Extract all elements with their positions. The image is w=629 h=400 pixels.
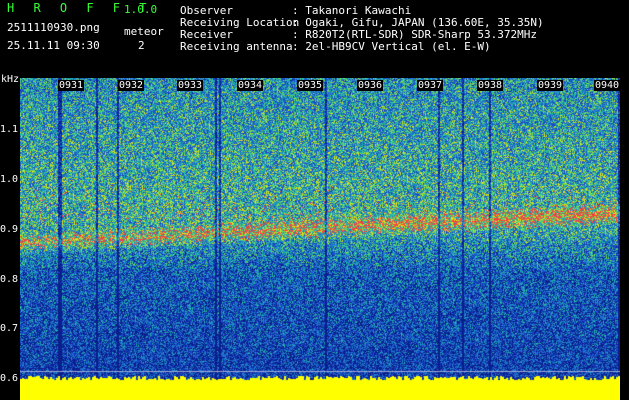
app-version: 1.0.0 — [124, 3, 158, 16]
y-tick-1-1: 1.1 — [0, 124, 19, 135]
x-tick-0940: 0940 — [594, 80, 621, 91]
count-value: 2 — [138, 39, 145, 52]
x-tick-0933: 0933 — [177, 80, 204, 91]
x-tick-0939: 0939 — [537, 80, 564, 91]
y-tick-1-0: 1.0 — [0, 174, 19, 185]
info-antenna-value: : 2el-HB9CV Vertical (el. E-W) — [292, 40, 491, 53]
spectrogram-plot — [20, 78, 620, 400]
file-name: 2511110930.png — [7, 21, 100, 34]
x-tick-0932: 0932 — [118, 80, 145, 91]
info-antenna-label: Receiving antenna — [180, 40, 293, 53]
y-tick-0-7: 0.7 — [0, 323, 19, 334]
datetime: 25.11.11 09:30 — [7, 39, 100, 52]
y-tick-0-8: 0.8 — [0, 274, 19, 285]
y-tick-0-9: 0.9 — [0, 224, 19, 235]
count-label: meteor — [124, 25, 164, 38]
x-tick-0936: 0936 — [357, 80, 384, 91]
x-tick-0935: 0935 — [297, 80, 324, 91]
y-axis-unit: kHz — [1, 74, 20, 85]
y-tick-0-6: 0.6 — [0, 373, 19, 384]
spectrogram-canvas — [20, 78, 620, 400]
x-tick-0931: 0931 — [58, 80, 85, 91]
x-tick-0937: 0937 — [417, 80, 444, 91]
x-tick-0934: 0934 — [237, 80, 264, 91]
x-tick-0938: 0938 — [477, 80, 504, 91]
